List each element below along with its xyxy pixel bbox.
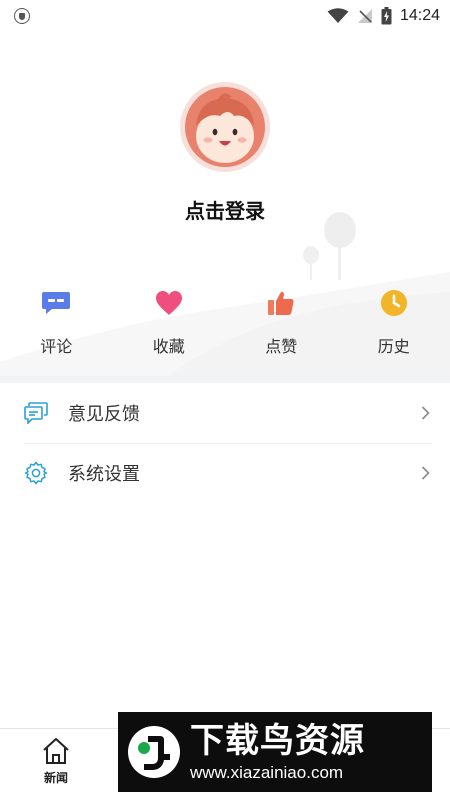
clock-icon (378, 287, 410, 319)
shortcut-label-history: 历史 (377, 337, 410, 356)
profile-header: 点击登录 评论 收藏 点赞 历史 (0, 32, 450, 376)
shortcut-favorite[interactable]: 收藏 (113, 287, 226, 367)
watermark-title: 下载鸟资源 (190, 721, 365, 761)
comment-icon (40, 287, 72, 319)
settings-menu: 意见反馈 系统设置 (0, 383, 450, 503)
avatar[interactable] (180, 82, 270, 172)
heart-icon (153, 287, 185, 319)
status-time: 14:24 (399, 7, 440, 24)
status-left (14, 8, 30, 24)
shortcut-row: 评论 收藏 点赞 历史 (0, 287, 450, 367)
shortcut-comment[interactable]: 评论 (0, 287, 113, 367)
cartoon-face-icon (185, 87, 265, 167)
shortcut-label-favorite: 收藏 (152, 337, 185, 356)
menu-label-settings: 系统设置 (68, 464, 140, 485)
status-bar: 14:24 (0, 0, 450, 32)
tab-news-label: 新闻 (43, 771, 68, 785)
bird-logo-icon (128, 726, 180, 778)
chevron-right-icon (418, 406, 432, 420)
shield-icon (14, 8, 30, 24)
menu-item-feedback[interactable]: 意见反馈 (0, 383, 450, 443)
tab-news[interactable]: 新闻 (28, 737, 84, 786)
login-label[interactable]: 点击登录 (0, 195, 450, 224)
menu-item-settings[interactable]: 系统设置 (0, 443, 450, 503)
watermark-banner: 下载鸟资源 www.xiazainiao.com (118, 712, 432, 792)
menu-label-feedback: 意见反馈 (68, 404, 140, 425)
section-divider (0, 376, 450, 383)
watermark-url: www.xiazainiao.com (190, 763, 344, 782)
battery-icon (381, 7, 392, 25)
wifi-icon (327, 8, 349, 23)
watermark-texts: 下载鸟资源 www.xiazainiao.com (190, 721, 365, 783)
settings-icon (24, 461, 48, 485)
shortcut-label-comment: 评论 (40, 337, 73, 356)
status-right: 14:24 (327, 7, 440, 25)
chevron-right-icon (418, 466, 432, 480)
home-icon (43, 738, 69, 764)
shortcut-like[interactable]: 点赞 (225, 287, 338, 367)
shortcut-label-like: 点赞 (265, 337, 298, 356)
thumbs-up-icon (265, 287, 297, 319)
no-signal-icon (357, 9, 372, 23)
shortcut-history[interactable]: 历史 (338, 287, 450, 367)
feedback-icon (24, 401, 48, 425)
